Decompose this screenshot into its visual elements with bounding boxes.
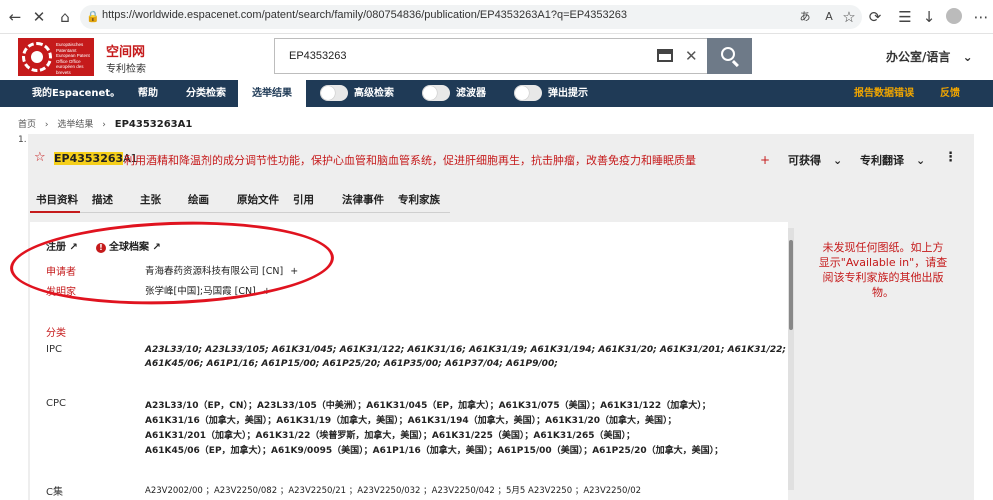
tab-description[interactable]: 描述 [92, 192, 113, 207]
back-icon[interactable]: ← [6, 8, 24, 26]
download-icon[interactable]: ↓ [920, 8, 938, 26]
star-icon[interactable]: ☆ [34, 150, 46, 165]
tab-claims[interactable]: 主张 [140, 192, 161, 207]
breadcrumb: 首页 › 选举结果 › EP4353263A1 [18, 117, 198, 130]
chevron-down-icon: ⌄ [833, 154, 843, 167]
url-text: https://worldwide.espacenet.com/patent/s… [102, 9, 628, 21]
publication-number-highlight: EP4353263 [54, 152, 124, 165]
site-header: Europäisches Patentamt European Patent O… [0, 34, 993, 80]
patent-title: 利用酒精和降温剂的成分调节性功能，保护心血管和脑血管系统，促进肝细胞再生，抗击肿… [124, 154, 696, 167]
translate-dropdown[interactable]: 专利翻译 ⌄ [860, 152, 925, 168]
nav-advanced-search[interactable]: 高级检索 [354, 80, 394, 107]
menu-dots-icon[interactable]: ⋯ [972, 8, 990, 26]
breadcrumb-home[interactable]: 首页 [18, 120, 36, 130]
active-tab-indicator [30, 211, 80, 213]
c-set-codes[interactable]: A23V2002/00 ；A23V2250/082 ；A23V2250/21 ；… [145, 484, 641, 496]
translate-icon[interactable]: あ [796, 8, 814, 26]
logo-dot [31, 51, 43, 63]
breadcrumb-results[interactable]: 选举结果 [57, 120, 93, 130]
logo-text: Europäisches Patentamt European Patent O… [56, 42, 90, 75]
smart-search-icon[interactable] [657, 49, 673, 62]
ipc-label: IPC [46, 344, 62, 355]
search-button[interactable] [707, 38, 752, 74]
availability-label: 可获得 [788, 154, 821, 167]
nav-popups[interactable]: 弹出提示 [548, 80, 588, 107]
brand-subtitle: 专利检索 [106, 64, 146, 75]
advanced-search-toggle[interactable] [320, 85, 348, 101]
tab-bibliographic[interactable]: 书目资料 [36, 192, 78, 207]
brand-title[interactable]: 空间网 [106, 41, 145, 60]
profile-avatar[interactable] [946, 8, 962, 24]
nav-classification-search[interactable]: 分类检索 [186, 80, 226, 107]
tab-patent-family[interactable]: 专利家族 [398, 192, 440, 207]
nav-help[interactable]: 帮助 [138, 80, 158, 107]
tab-citations[interactable]: 引用 [293, 192, 314, 207]
add-icon[interactable]: + [760, 153, 770, 167]
breadcrumb-current: EP4353263A1 [114, 119, 193, 130]
cpc-label: CPC [46, 398, 66, 409]
clear-icon[interactable]: ✕ [685, 47, 698, 65]
search-value: EP4353263 [289, 50, 347, 62]
result-index: 1. [18, 135, 27, 145]
browser-toolbar: ← ✕ ⌂ 🔒 https://worldwide.espacenet.com/… [0, 0, 993, 34]
nav-report-error[interactable]: 报告数据错误 [854, 80, 914, 107]
epo-logo[interactable]: Europäisches Patentamt European Patent O… [18, 38, 94, 76]
tab-legal-events[interactable]: 法律事件 [342, 192, 384, 207]
c-set-label: C集 [46, 487, 63, 498]
search-input[interactable]: EP4353263 ✕ [274, 38, 708, 74]
read-aloud-icon[interactable]: A [820, 8, 838, 26]
favorite-star-icon[interactable]: ☆ [840, 8, 858, 26]
lock-icon[interactable]: 🔒 [84, 8, 102, 26]
ipc-codes-line[interactable]: A61K45/06; A61P1/16; A61P15/00; A61P25/2… [145, 359, 558, 369]
cpc-codes-line[interactable]: A23L33/10（EP，CN）；A23L33/105（中美洲）；A61K31/… [145, 398, 711, 411]
no-drawings-note: 未发现任何图纸。如上方显示"Available in"，请查阅该专利家族的其他出… [818, 241, 948, 299]
cpc-codes-line[interactable]: A61K31/16（加拿大，美国）；A61K31/19（加拿大，美国）；A61K… [145, 413, 676, 426]
office-language-menu[interactable]: 办公室/语言 ⌄ [886, 48, 973, 65]
main-nav: 我的Espacenet。 帮助 分类检索 选举结果 高级检索 滤波器 弹出提示 … [0, 80, 993, 107]
search-icon [721, 47, 735, 61]
home-icon[interactable]: ⌂ [56, 8, 74, 26]
classification-label: 分类 [46, 328, 66, 339]
filter-toggle[interactable] [422, 85, 450, 101]
address-bar[interactable]: 🔒 https://worldwide.espacenet.com/patent… [80, 5, 862, 29]
cpc-codes-line[interactable]: A61K45/06（EP，加拿大）；A61K9/0095（美国）；A61P1/1… [145, 443, 723, 456]
close-icon[interactable]: ✕ [30, 8, 48, 26]
nav-feedback[interactable]: 反馈 [940, 80, 960, 107]
availability-dropdown[interactable]: 可获得 ⌄ [788, 152, 842, 168]
nav-filter[interactable]: 滤波器 [456, 80, 486, 107]
cpc-codes-line[interactable]: A61K31/201（加拿大）；A61K31/22（埃普罗斯，加拿大，美国）；A… [145, 428, 635, 441]
extensions-icon[interactable]: ⟳ [866, 8, 884, 26]
tab-divider [80, 212, 450, 213]
office-language-label: 办公室/语言 [886, 50, 951, 64]
favorites-icon[interactable]: ☰ [896, 8, 914, 26]
chevron-right-icon: › [102, 120, 106, 130]
ipc-codes-line[interactable]: A23L33/10; A23L33/105; A61K31/045; A61K3… [145, 345, 786, 355]
translate-label: 专利翻译 [860, 154, 904, 167]
tab-original-document[interactable]: 原始文件 [237, 192, 279, 207]
nav-my-espacenet[interactable]: 我的Espacenet。 [32, 80, 120, 107]
nav-results[interactable]: 选举结果 [238, 80, 306, 107]
chevron-right-icon: › [44, 120, 49, 130]
tab-drawings[interactable]: 绘画 [188, 192, 209, 207]
scrollbar-thumb[interactable] [789, 240, 793, 330]
chevron-down-icon: ⌄ [962, 50, 973, 64]
chevron-down-icon: ⌄ [916, 154, 926, 167]
more-options-icon[interactable]: ⋮ [944, 150, 957, 165]
popups-toggle[interactable] [514, 85, 542, 101]
